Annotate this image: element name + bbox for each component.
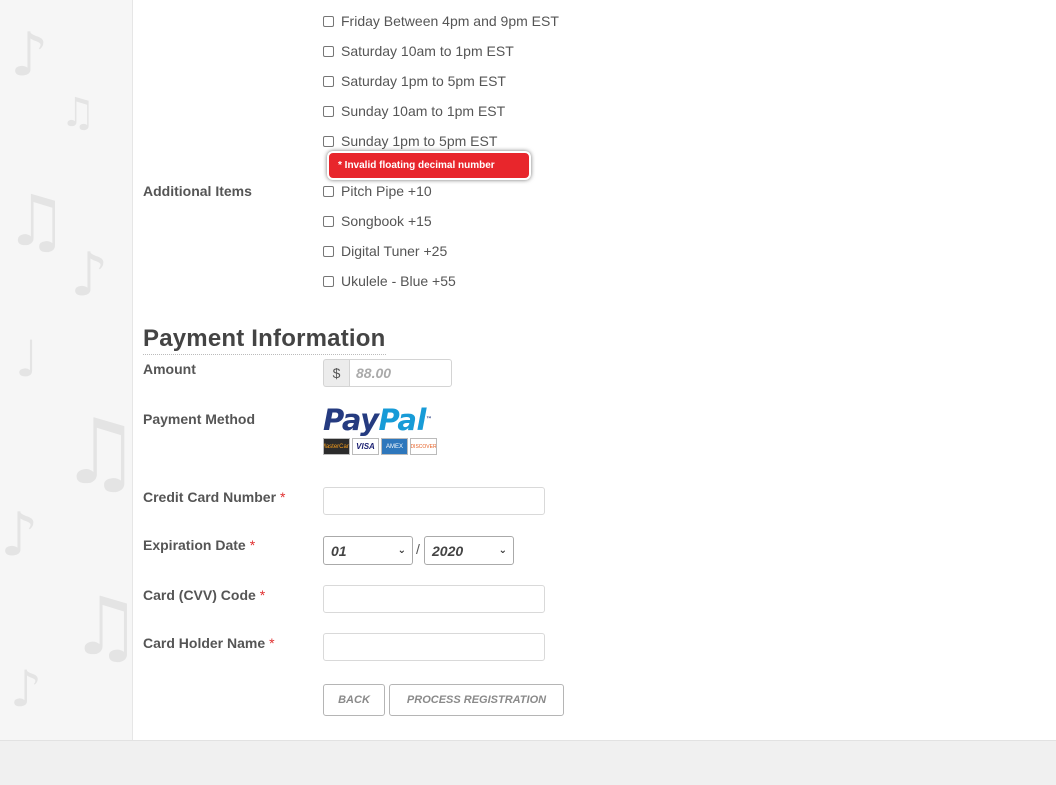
required-marker: * bbox=[259, 587, 266, 603]
expiration-month-select[interactable]: 01 ⌄ bbox=[323, 536, 413, 565]
availability-option[interactable]: Sunday 1pm to 5pm EST bbox=[323, 131, 497, 151]
cvv-input[interactable] bbox=[323, 585, 545, 613]
music-note-icon: ♫ bbox=[60, 90, 96, 136]
option-label: Friday Between 4pm and 9pm EST bbox=[341, 13, 559, 29]
additional-item-option[interactable]: Ukulele - Blue +55 bbox=[323, 271, 456, 291]
music-note-icon: ♪ bbox=[70, 240, 109, 310]
amount-input[interactable]: 88.00 bbox=[349, 359, 452, 387]
selected-value: 01 bbox=[331, 542, 347, 559]
required-marker: * bbox=[249, 537, 256, 553]
checkbox[interactable] bbox=[323, 275, 334, 287]
music-note-icon: ♫ bbox=[5, 180, 68, 262]
form-panel bbox=[132, 0, 1056, 740]
checkbox[interactable] bbox=[323, 215, 334, 227]
card-number-label: Credit Card Number * bbox=[143, 489, 286, 505]
option-label: Sunday 10am to 1pm EST bbox=[341, 103, 506, 119]
availability-option[interactable]: Saturday 1pm to 5pm EST bbox=[323, 71, 506, 91]
chevron-down-icon: ⌄ bbox=[397, 545, 406, 556]
card-number-input[interactable] bbox=[323, 487, 545, 515]
back-button[interactable]: BACK bbox=[323, 684, 385, 716]
additional-item-option[interactable]: Pitch Pipe +10 bbox=[323, 181, 432, 201]
option-label: Saturday 10am to 1pm EST bbox=[341, 43, 514, 59]
option-label: Digital Tuner +25 bbox=[341, 243, 448, 259]
expiration-date-label: Expiration Date * bbox=[143, 537, 256, 553]
music-notes-background: ♪ ♫ ♫ ♪ ♩ ♫ ♪ ♫ ♪ bbox=[0, 0, 132, 740]
required-marker: * bbox=[280, 489, 286, 505]
payment-method-label: Payment Method bbox=[143, 411, 256, 427]
visa-icon: VISA bbox=[352, 438, 379, 455]
amount-label: Amount bbox=[143, 361, 196, 377]
music-note-icon: ♫ bbox=[70, 580, 132, 673]
checkbox[interactable] bbox=[323, 105, 334, 117]
checkbox[interactable] bbox=[323, 185, 334, 197]
option-label: Songbook +15 bbox=[341, 213, 432, 229]
checkbox[interactable] bbox=[323, 45, 334, 57]
music-note-icon: ♪ bbox=[10, 20, 49, 90]
required-marker: * bbox=[269, 635, 275, 651]
checkbox[interactable] bbox=[323, 75, 334, 87]
mastercard-icon: MasterCard bbox=[323, 438, 350, 455]
availability-option[interactable]: Sunday 10am to 1pm EST bbox=[323, 101, 505, 121]
validation-error-tooltip: * Invalid floating decimal number bbox=[327, 151, 531, 180]
selected-value: 2020 bbox=[432, 542, 464, 559]
amount-field: $ 88.00 bbox=[323, 359, 452, 387]
card-holder-input[interactable] bbox=[323, 633, 545, 661]
discover-icon: DISCOVER bbox=[410, 438, 437, 455]
payment-section-title: Payment Information bbox=[143, 325, 386, 355]
music-note-icon: ♫ bbox=[60, 400, 132, 505]
additional-item-option[interactable]: Songbook +15 bbox=[323, 211, 432, 231]
availability-option[interactable]: Friday Between 4pm and 9pm EST bbox=[323, 11, 559, 31]
additional-items-label: Additional Items bbox=[143, 183, 252, 199]
checkbox[interactable] bbox=[323, 15, 334, 27]
process-registration-button[interactable]: PROCESS REGISTRATION bbox=[389, 684, 564, 716]
music-note-icon: ♪ bbox=[10, 660, 42, 718]
card-logos: MasterCard VISA AMEX DISCOVER bbox=[323, 438, 448, 455]
option-label: Ukulele - Blue +55 bbox=[341, 273, 456, 289]
chevron-down-icon: ⌄ bbox=[498, 545, 507, 556]
checkbox[interactable] bbox=[323, 245, 334, 257]
paypal-option[interactable]: PayPal™ MasterCard VISA AMEX DISCOVER bbox=[323, 405, 448, 461]
option-label: Sunday 1pm to 5pm EST bbox=[341, 133, 498, 149]
currency-prefix: $ bbox=[323, 359, 349, 387]
music-note-icon: ♪ bbox=[0, 500, 39, 570]
expiration-year-select[interactable]: 2020 ⌄ bbox=[424, 536, 514, 565]
checkbox[interactable] bbox=[323, 135, 334, 147]
card-holder-label: Card Holder Name * bbox=[143, 635, 275, 651]
option-label: Pitch Pipe +10 bbox=[341, 183, 432, 199]
date-separator: / bbox=[416, 541, 420, 557]
option-label: Saturday 1pm to 5pm EST bbox=[341, 73, 506, 89]
music-note-icon: ♩ bbox=[15, 330, 39, 388]
additional-item-option[interactable]: Digital Tuner +25 bbox=[323, 241, 447, 261]
availability-option[interactable]: Saturday 10am to 1pm EST bbox=[323, 41, 514, 61]
paypal-logo: PayPal™ bbox=[323, 403, 432, 437]
page-footer bbox=[0, 740, 1056, 785]
cvv-label: Card (CVV) Code * bbox=[143, 587, 266, 603]
amex-icon: AMEX bbox=[381, 438, 408, 455]
